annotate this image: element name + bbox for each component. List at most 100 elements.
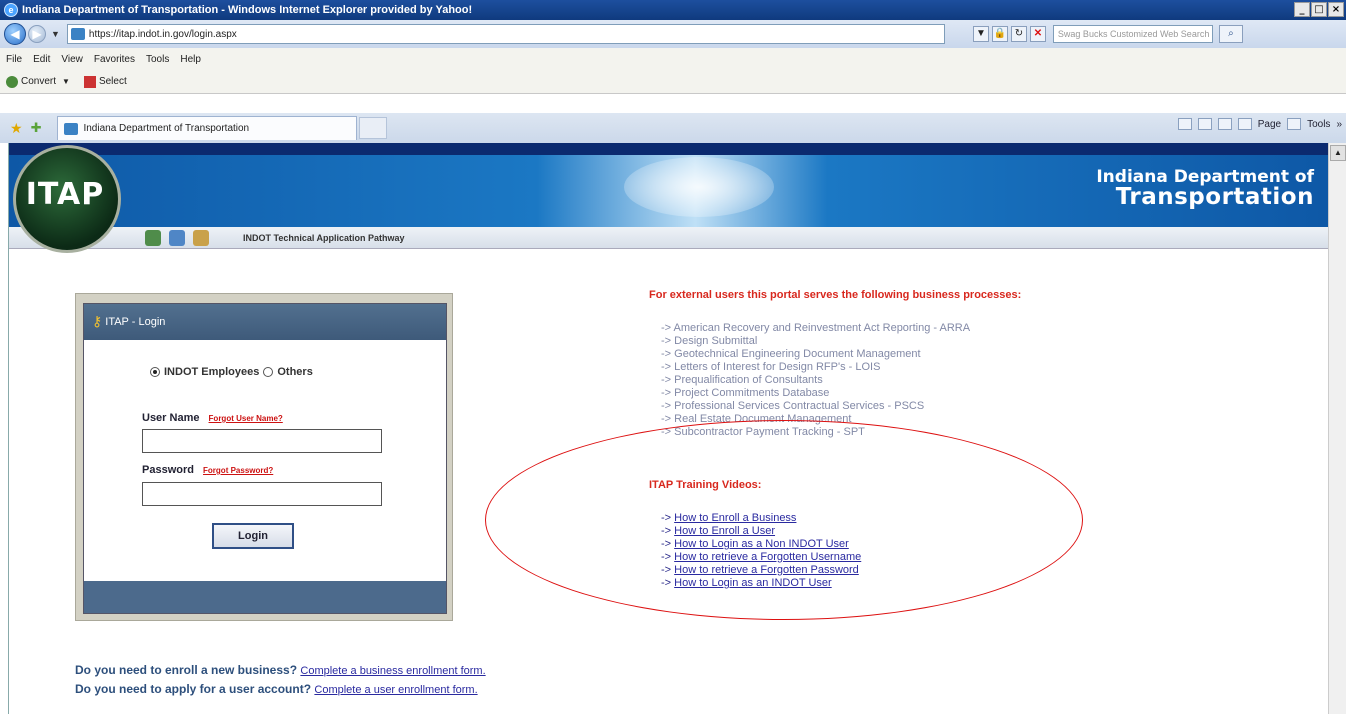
indot-brand-line2: Transportation [1115,184,1314,210]
help-icon[interactable] [169,230,185,246]
select-button[interactable]: Select [99,76,127,87]
radio-indot-label: INDOT Employees [164,366,260,378]
menu-file[interactable]: File [6,54,22,65]
login-button[interactable]: Login [212,523,294,549]
title-bar: e Indiana Department of Transportation -… [0,0,1346,20]
home-page-icon[interactable] [193,230,209,246]
radio-indot-employees[interactable] [150,367,160,377]
links-toolbar: Convert ▼ Select [0,70,1346,94]
enroll-business-question: Do you need to enroll a new business? [75,663,298,677]
address-row: ◀ ▶ ▼ https://itap.indot.in.gov/login.as… [0,20,1346,48]
login-panel: ⚷ ITAP - Login INDOT Employees Others Us… [83,303,447,614]
history-dropdown-icon[interactable]: ▼ [51,29,60,39]
print-icon[interactable] [1217,118,1232,130]
enroll-business-link[interactable]: Complete a business enrollment form. [300,665,485,677]
page-content: ITAP Indiana Department of Transportatio… [8,143,1328,714]
forgot-username-link[interactable]: Forgot User Name? [209,414,283,423]
browser-window: e Indiana Department of Transportation -… [0,0,1346,714]
username-input[interactable] [142,429,382,453]
menu-view[interactable]: View [61,54,83,65]
tab-active[interactable]: Indiana Department of Transportation [57,116,358,140]
tab-row: ★ ✚ Indiana Department of Transportation… [0,113,1346,143]
process-item: -> Professional Services Contractual Ser… [661,400,925,412]
header-icon-group [145,230,209,246]
key-icon: ⚷ [92,314,103,330]
header-top-strip [9,143,1328,155]
radio-others-label: Others [277,366,313,378]
convert-button[interactable]: Convert [21,76,56,87]
process-item: -> Letters of Interest for Design RFP's … [661,361,881,373]
address-bar[interactable]: https://itap.indot.in.gov/login.aspx [66,24,945,44]
password-input[interactable] [142,482,382,506]
user-account-question: Do you need to apply for a user account? [75,682,312,696]
command-bar: Page Tools » [1177,118,1342,130]
tab-label: Indiana Department of Transportation [83,123,250,134]
site-favicon-icon [70,28,85,40]
vertical-scrollbar[interactable]: ▲ [1328,143,1346,714]
highlight-ellipse [485,420,1083,620]
more-chevron-icon[interactable]: » [1336,119,1342,130]
window-controls: _ □ × [1294,2,1344,17]
stop-button[interactable]: ✕ [1029,26,1046,42]
indot-brand: Indiana Department of Transportation [1096,169,1314,209]
search-input[interactable]: Swag Bucks Customized Web Search [1052,25,1213,43]
menu-tools[interactable]: Tools [146,54,169,65]
process-item: -> American Recovery and Reinvestment Ac… [661,322,971,334]
add-favorites-icon[interactable]: ✚ [31,120,42,136]
login-footer [84,581,446,613]
site-subtitle: INDOT Technical Application Pathway [243,233,405,243]
page-menu[interactable]: Page [1258,119,1281,130]
process-item: -> Prequalification of Consultants [661,374,823,386]
address-dropdown-button[interactable]: ▼ [972,26,989,42]
forgot-password-link[interactable]: Forgot Password? [203,466,273,475]
address-text: https://itap.indot.in.gov/login.aspx [88,28,237,40]
process-item: -> Design Submittal [661,335,758,347]
enrollment-prompts: Do you need to enroll a new business? Co… [75,661,486,699]
convert-dropdown-icon[interactable]: ▼ [62,77,70,86]
maximize-button[interactable]: □ [1311,2,1327,17]
tools-icon [1287,118,1302,130]
password-label: Password [142,464,194,476]
favorites-star-icon[interactable]: ★ [10,120,23,137]
menu-favorites[interactable]: Favorites [94,54,135,65]
select-icon [83,75,96,88]
page-icon [1237,118,1252,130]
close-button[interactable]: × [1328,2,1344,17]
tools-menu[interactable]: Tools [1307,119,1330,130]
window-title: Indiana Department of Transportation - W… [22,4,473,16]
convert-icon [6,75,18,88]
menu-help[interactable]: Help [180,54,201,65]
radio-others[interactable] [263,367,274,377]
username-row: User Name Forgot User Name? [142,412,283,424]
new-tab-button[interactable] [359,117,388,139]
tab-favicon-icon [64,122,79,135]
process-item: -> Geotechnical Engineering Document Man… [661,348,921,360]
menu-bar: File Edit View Favorites Tools Help [0,48,1346,70]
info-column: For external users this portal serves th… [649,289,1209,589]
login-panel-frame: ⚷ ITAP - Login INDOT Employees Others Us… [75,293,453,621]
menu-edit[interactable]: Edit [33,54,50,65]
header-glow [624,157,774,217]
minimize-button[interactable]: _ [1294,2,1310,17]
lock-icon[interactable]: 🔒 [991,26,1008,42]
login-header: ⚷ ITAP - Login [84,304,446,340]
address-tools: ▼ 🔒 ↻ ✕ Swag Bucks Customized Web Search… [972,25,1243,43]
process-item: -> Project Commitments Database [661,387,830,399]
home-icon[interactable] [1177,118,1192,130]
forward-button[interactable]: ▶ [28,25,46,43]
enroll-business-row: Do you need to enroll a new business? Co… [75,661,486,680]
feeds-icon[interactable] [1197,118,1212,130]
people-icon[interactable] [145,230,161,246]
login-title: ITAP - Login [105,316,166,328]
user-account-link[interactable]: Complete a user enrollment form. [314,684,477,696]
user-type-radios: INDOT Employees Others [150,366,313,378]
password-row: Password Forgot Password? [142,464,273,476]
refresh-button[interactable]: ↻ [1010,26,1027,42]
user-account-row: Do you need to apply for a user account?… [75,680,486,699]
back-button[interactable]: ◀ [4,23,26,45]
username-label: User Name [142,412,200,424]
processes-heading: For external users this portal serves th… [649,289,1022,301]
search-button[interactable]: ⌕ [1218,25,1243,43]
scroll-up-arrow-icon[interactable]: ▲ [1330,145,1346,161]
itap-logo-text: ITAP [25,177,105,212]
